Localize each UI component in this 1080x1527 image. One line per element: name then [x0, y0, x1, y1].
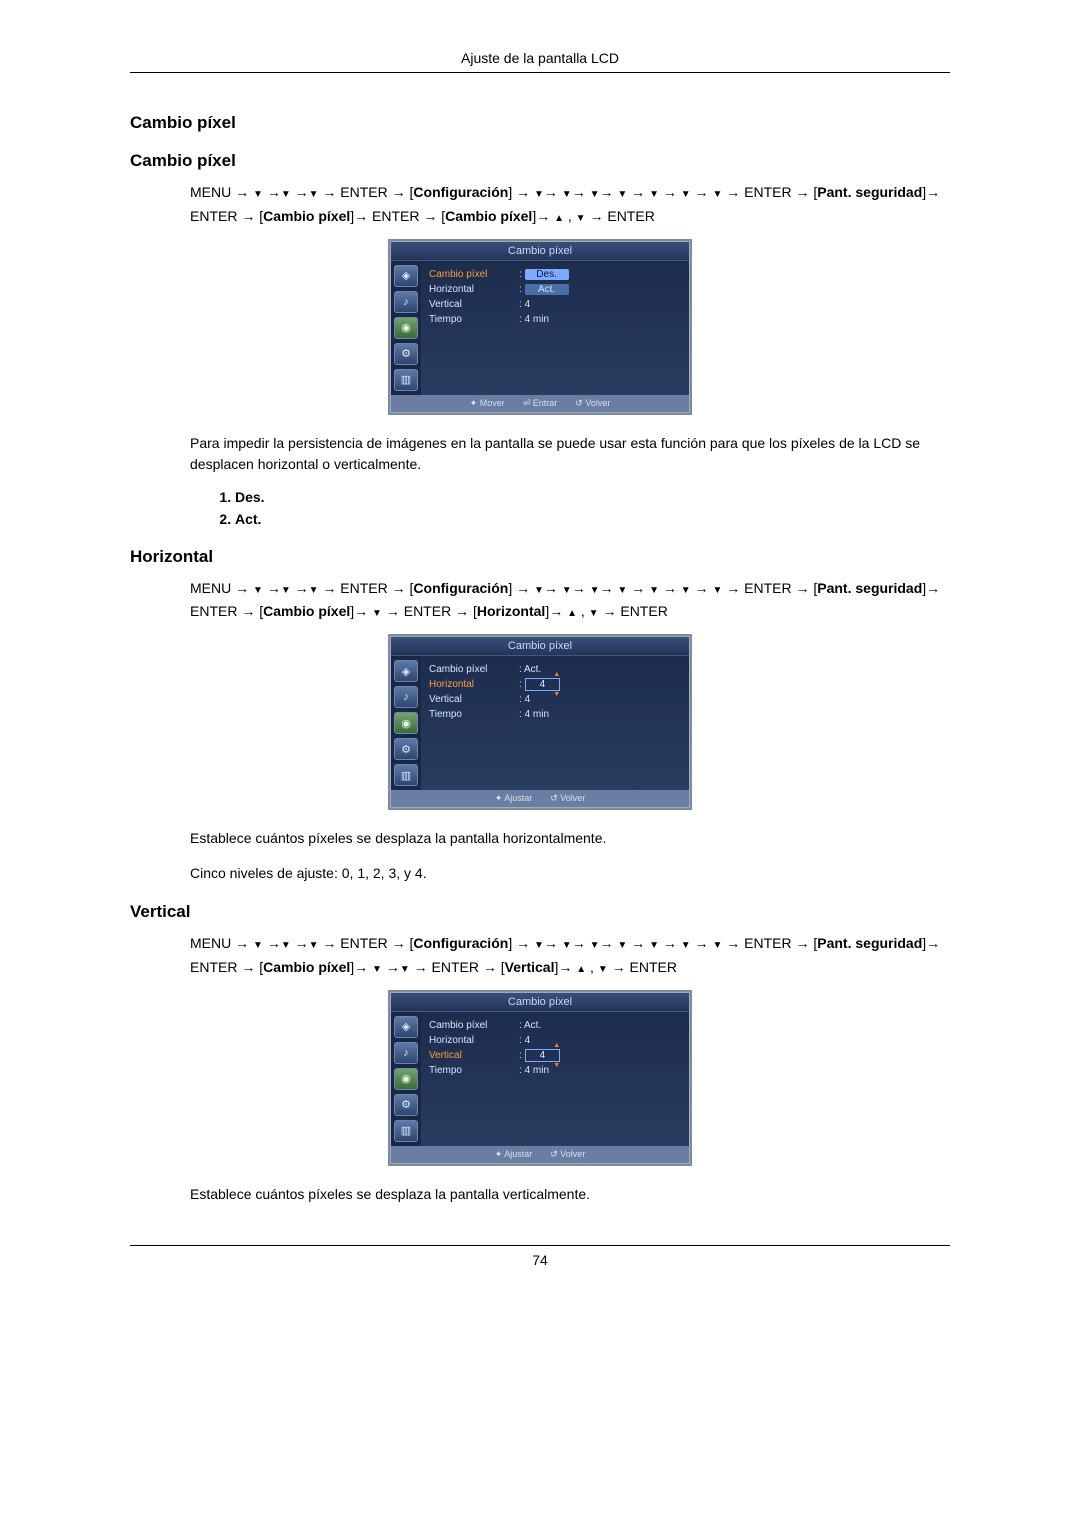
- heading-vertical: Vertical: [130, 902, 950, 922]
- text-vert-desc: Establece cuántos píxeles se desplaza la…: [190, 1184, 950, 1205]
- options-list: Des. Act.: [210, 489, 950, 527]
- text-horiz-desc: Establece cuántos píxeles se desplaza la…: [190, 828, 950, 849]
- option-des: Des.: [235, 489, 950, 505]
- osd-foot-entrar: ⏎ Entrar: [523, 398, 558, 409]
- osd-foot-ajustar: ✦ Ajustar: [495, 1149, 533, 1160]
- multi-icon: ▥: [394, 369, 418, 391]
- nav-path-horizontal: MENU ENTER [Configuración] ENTER [Pant. …: [190, 577, 950, 625]
- osd-foot-volver: ↺ Volver: [575, 398, 610, 409]
- page-footer: 74: [130, 1245, 950, 1268]
- picture-icon: ◈: [394, 265, 418, 287]
- setup-icon: ⚙: [394, 343, 418, 365]
- eco-icon: ◉: [394, 1068, 418, 1090]
- sound-icon: ♪: [394, 686, 418, 708]
- sound-icon: ♪: [394, 1042, 418, 1064]
- heading-horizontal: Horizontal: [130, 547, 950, 567]
- option-act: Act.: [235, 511, 950, 527]
- osd-screenshot-cambio: Cambio píxel ◈ ♪ ◉ ⚙ ▥ Cambio píxel: Des…: [388, 239, 692, 415]
- osd-screenshot-horizontal: Cambio píxel ◈ ♪ ◉ ⚙ ▥ Cambio píxel: Act…: [388, 634, 692, 810]
- multi-icon: ▥: [394, 764, 418, 786]
- nav-path-vertical: MENU ENTER [Configuración] ENTER [Pant. …: [190, 932, 950, 980]
- page-header: Ajuste de la pantalla LCD: [130, 50, 950, 73]
- setup-icon: ⚙: [394, 1094, 418, 1116]
- osd-foot-volver: ↺ Volver: [550, 1149, 585, 1160]
- text-cambio-desc: Para impedir la persistencia de imágenes…: [190, 433, 950, 475]
- nav-path-cambio: MENU ENTER [Configuración] ENTER [Pant. …: [190, 181, 950, 229]
- multi-icon: ▥: [394, 1120, 418, 1142]
- setup-icon: ⚙: [394, 738, 418, 760]
- picture-icon: ◈: [394, 660, 418, 682]
- picture-icon: ◈: [394, 1016, 418, 1038]
- osd-title: Cambio píxel: [391, 242, 689, 261]
- osd-icon-column: ◈ ♪ ◉ ⚙ ▥: [391, 261, 421, 395]
- eco-icon: ◉: [394, 712, 418, 734]
- heading-cambio-pixel-1: Cambio píxel: [130, 113, 950, 133]
- osd-foot-ajustar: ✦ Ajustar: [495, 793, 533, 804]
- heading-cambio-pixel-2: Cambio píxel: [130, 151, 950, 171]
- osd-screenshot-vertical: Cambio píxel ◈ ♪ ◉ ⚙ ▥ Cambio píxel: Act…: [388, 990, 692, 1166]
- osd-foot-mover: ✦ Mover: [470, 398, 505, 409]
- sound-icon: ♪: [394, 291, 418, 313]
- text-levels: Cinco niveles de ajuste: 0, 1, 2, 3, y 4…: [190, 863, 950, 884]
- eco-icon: ◉: [394, 317, 418, 339]
- osd-foot-volver: ↺ Volver: [550, 793, 585, 804]
